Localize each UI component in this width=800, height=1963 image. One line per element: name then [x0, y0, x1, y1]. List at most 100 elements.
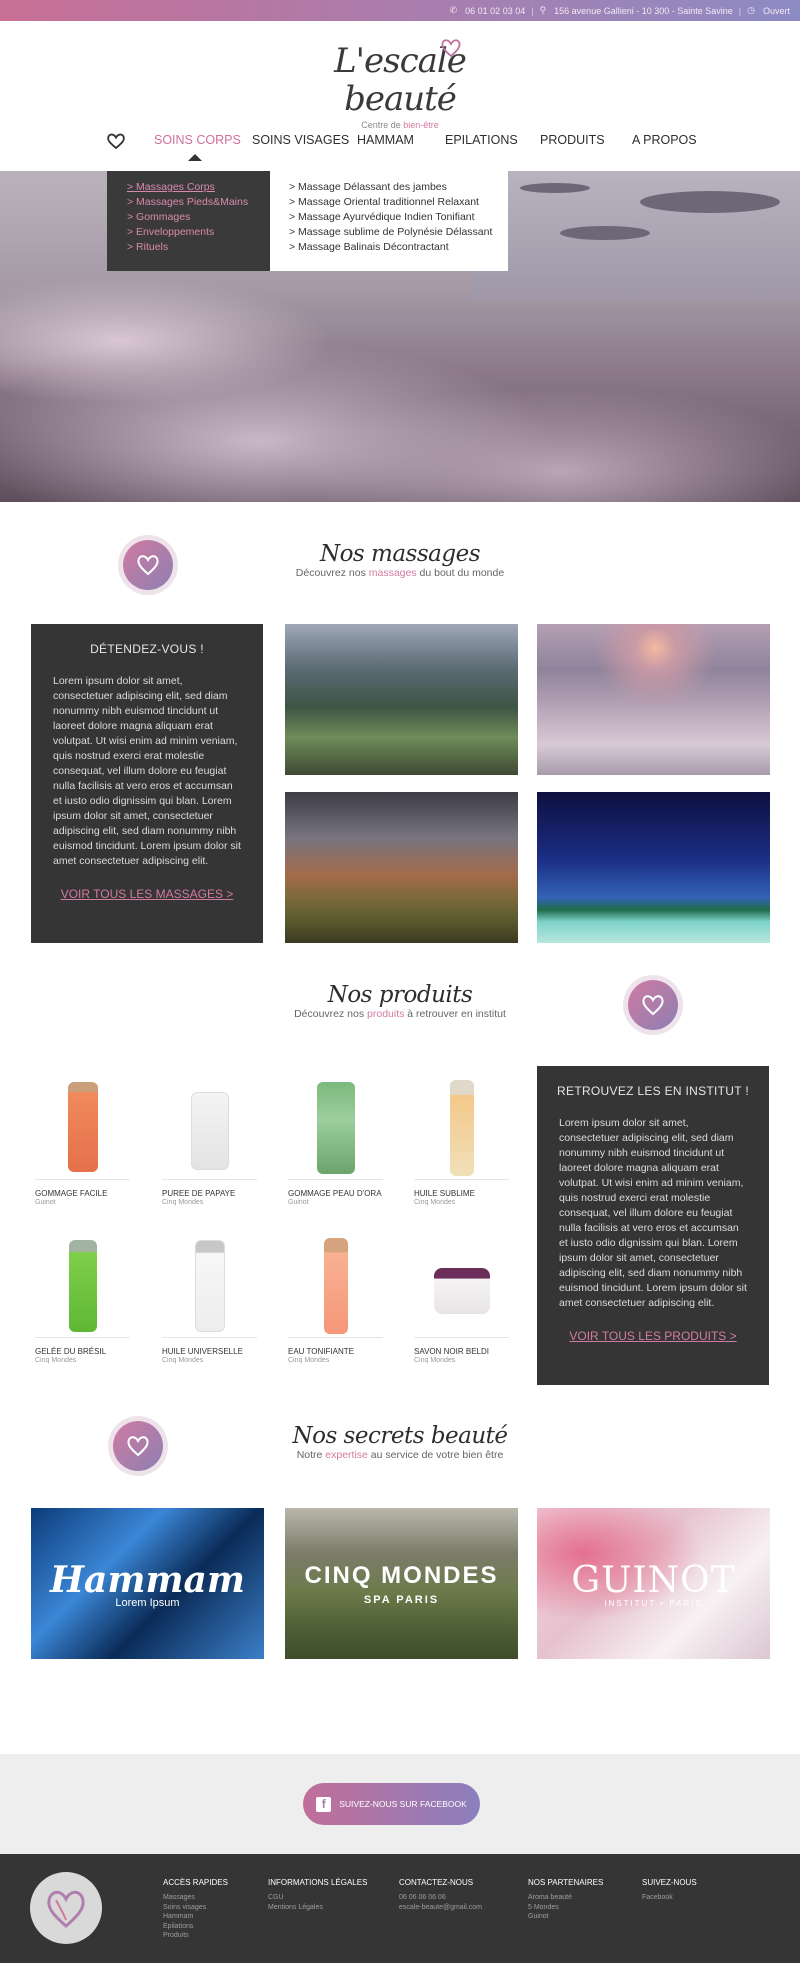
box-text: Lorem ipsum dolor sit amet, consectetuer…: [53, 675, 241, 867]
product-brand: Cinq Mondes: [288, 1357, 330, 1364]
product-name: SAVON NOIR BELDI: [414, 1347, 489, 1356]
phone-number[interactable]: 06 01 02 03 04: [465, 6, 525, 16]
butterfly-heart-icon: [47, 1890, 85, 1928]
footer-link[interactable]: Aroma beauté: [528, 1893, 603, 1903]
produits-info-box: RETROUVEZ LES EN INSTITUT ! Lorem ipsum …: [537, 1066, 769, 1385]
product-brand: Cinq Mondes: [414, 1199, 456, 1206]
footer-phone[interactable]: 06 06 06 06 06: [399, 1893, 482, 1903]
footer-link[interactable]: Hammam: [163, 1912, 228, 1922]
butterfly-heart-icon: [441, 39, 461, 58]
tile-title: Hammam: [50, 1558, 245, 1601]
nav-a-propos[interactable]: A PROPOS: [632, 133, 697, 147]
tile-title: GUINOT: [571, 1559, 736, 1601]
dropdown-caret: [188, 154, 202, 161]
tile-subtitle: Lorem Ipsum: [115, 1596, 180, 1609]
footer-link[interactable]: Epilations: [163, 1922, 228, 1932]
nav-soins-visages[interactable]: SOINS VISAGES: [252, 133, 349, 147]
footer-link[interactable]: Mentions Légales: [268, 1903, 367, 1913]
dropdown-item-massages-corps[interactable]: > Massages Corps: [127, 180, 270, 195]
footer-col-contact: CONTACTEZ-NOUS 06 06 06 06 06 escale-bea…: [399, 1878, 482, 1912]
section-title: Nos massages: [319, 541, 481, 567]
footer-logo[interactable]: [30, 1872, 102, 1944]
product-name: PUREE DE PAPAYE: [162, 1189, 236, 1198]
dropdown-item-gommages[interactable]: > Gommages: [127, 210, 270, 225]
product-card[interactable]: SAVON NOIR BELDI Cinq Mondes: [414, 1238, 509, 1364]
dropdown-subitem[interactable]: > Massage Oriental traditionnel Relaxant: [289, 195, 508, 210]
product-name: GELÉE DU BRÉSIL: [35, 1347, 107, 1356]
dropdown-item-rituels[interactable]: > Rituels: [127, 240, 270, 255]
dropdown-subitem[interactable]: > Massage Ayurvédique Indien Tonifiant: [289, 210, 508, 225]
nav-epilations[interactable]: EPILATIONS: [445, 133, 518, 147]
see-all-massages-link[interactable]: VOIR TOUS LES MASSAGES >: [31, 887, 263, 901]
product-image: [414, 1238, 509, 1338]
cinq-mondes-tile[interactable]: CINQ MONDES SPA PARIS: [285, 1508, 518, 1659]
secrets-section-header: Nos secrets beauté Notre expertise au se…: [0, 1423, 800, 1461]
product-brand: Cinq Mondes: [162, 1199, 204, 1206]
section-title: Nos secrets beauté: [292, 1423, 508, 1449]
box-heading: DÉTENDEZ-VOUS !: [90, 642, 204, 656]
massages-section-header: Nos massages Découvrez nos massages du b…: [0, 541, 800, 579]
product-card[interactable]: EAU TONIFIANTE Cinq Mondes: [288, 1238, 383, 1364]
product-image: [414, 1080, 509, 1180]
massages-info-box: DÉTENDEZ-VOUS ! Lorem ipsum dolor sit am…: [31, 624, 263, 943]
section-subtitle: Découvrez nos massages du bout du monde: [295, 567, 505, 579]
hero-island: [520, 183, 590, 193]
product-name: GOMMAGE PEAU D'ORA: [288, 1189, 382, 1198]
product-card[interactable]: GELÉE DU BRÉSIL Cinq Mondes: [35, 1238, 130, 1364]
product-image: [35, 1080, 130, 1180]
box-text: Lorem ipsum dolor sit amet, consectetuer…: [559, 1117, 747, 1309]
location-pin-icon: ⚲: [539, 5, 547, 15]
footer-link[interactable]: Massages: [163, 1893, 228, 1903]
footer-heading: INFORMATIONS LÉGALES: [268, 1878, 368, 1887]
produits-badge: [628, 980, 678, 1030]
tile-subtitle: SPA PARIS: [363, 1593, 440, 1606]
footer-link[interactable]: 5 Mondes: [528, 1903, 603, 1913]
nav-produits[interactable]: PRODUITS: [540, 133, 605, 147]
produits-section-header: Nos produits Découvrez nos produits à re…: [0, 982, 800, 1020]
box-heading: RETROUVEZ LES EN INSTITUT !: [557, 1084, 749, 1098]
clock-icon: ◷: [747, 5, 755, 15]
site-logo[interactable]: L'escale beauté Centre de bien-être: [300, 39, 500, 130]
footer-email[interactable]: escale-beaute@gmail.com: [399, 1903, 482, 1913]
follow-facebook-button[interactable]: f SUIVEZ-NOUS SUR FACEBOOK: [303, 1783, 480, 1825]
see-all-products-link[interactable]: VOIR TOUS LES PRODUITS >: [537, 1329, 769, 1343]
dropdown-subitem[interactable]: > Massage Balinais Décontractant: [289, 240, 508, 255]
butterfly-heart-icon: [642, 995, 664, 1016]
product-image: [162, 1238, 257, 1338]
product-card[interactable]: GOMMAGE FACILE Guinot: [35, 1080, 130, 1206]
product-card[interactable]: GOMMAGE PEAU D'ORA Guinot: [288, 1080, 383, 1206]
guinot-tile[interactable]: GUINOT INSTITUT • PARIS: [537, 1508, 770, 1659]
dropdown-subitem[interactable]: > Massage sublime de Polynésie Délassant: [289, 225, 508, 240]
hammam-tile[interactable]: Hammam Lorem Ipsum: [31, 1508, 264, 1659]
massage-photo-blossoms[interactable]: [537, 624, 770, 775]
footer-col-informations-legales: INFORMATIONS LÉGALES CGU Mentions Légale…: [268, 1878, 367, 1912]
massage-photo-island[interactable]: [537, 792, 770, 943]
product-image: [288, 1238, 383, 1338]
footer-link[interactable]: Soins visages: [163, 1903, 228, 1913]
nav-soins-corps[interactable]: SOINS CORPS: [154, 133, 241, 147]
separator: |: [738, 5, 742, 16]
dropdown-subitem[interactable]: > Massage Délassant des jambes: [289, 180, 508, 195]
footer-heading: CONTACTEZ-NOUS: [399, 1878, 474, 1887]
massage-photo-canyon[interactable]: [285, 792, 518, 943]
footer-link[interactable]: CGU: [268, 1893, 367, 1903]
tile-title: CINQ MONDES: [304, 1561, 499, 1589]
dropdown-item-enveloppements[interactable]: > Enveloppements: [127, 225, 270, 240]
product-name: HUILE SUBLIME: [414, 1189, 475, 1198]
product-brand: Guinot: [35, 1199, 56, 1206]
product-card[interactable]: PUREE DE PAPAYE Cinq Mondes: [162, 1080, 257, 1206]
home-heart-icon[interactable]: [106, 132, 126, 150]
product-card[interactable]: HUILE SUBLIME Cinq Mondes: [414, 1080, 509, 1206]
footer-link[interactable]: Produits: [163, 1931, 228, 1941]
product-brand: Cinq Mondes: [35, 1357, 77, 1364]
follow-facebook-label: SUIVEZ-NOUS SUR FACEBOOK: [339, 1799, 467, 1809]
footer-col-partenaires: NOS PARTENAIRES Aroma beauté 5 Mondes Gu…: [528, 1878, 603, 1922]
product-card[interactable]: HUILE UNIVERSELLE Cinq Mondes: [162, 1238, 257, 1364]
dropdown-item-massages-pieds-mains[interactable]: > Massages Pieds&Mains: [127, 195, 270, 210]
massage-photo-mountains[interactable]: [285, 624, 518, 775]
footer-link[interactable]: Guinot: [528, 1912, 603, 1922]
dropdown-categories: > Massages Corps > Massages Pieds&Mains …: [107, 171, 270, 271]
nav-hammam[interactable]: HAMMAM: [357, 133, 414, 147]
dropdown-subitems: > Massage Délassant des jambes > Massage…: [270, 171, 508, 271]
footer-link[interactable]: Facebook: [642, 1893, 697, 1903]
